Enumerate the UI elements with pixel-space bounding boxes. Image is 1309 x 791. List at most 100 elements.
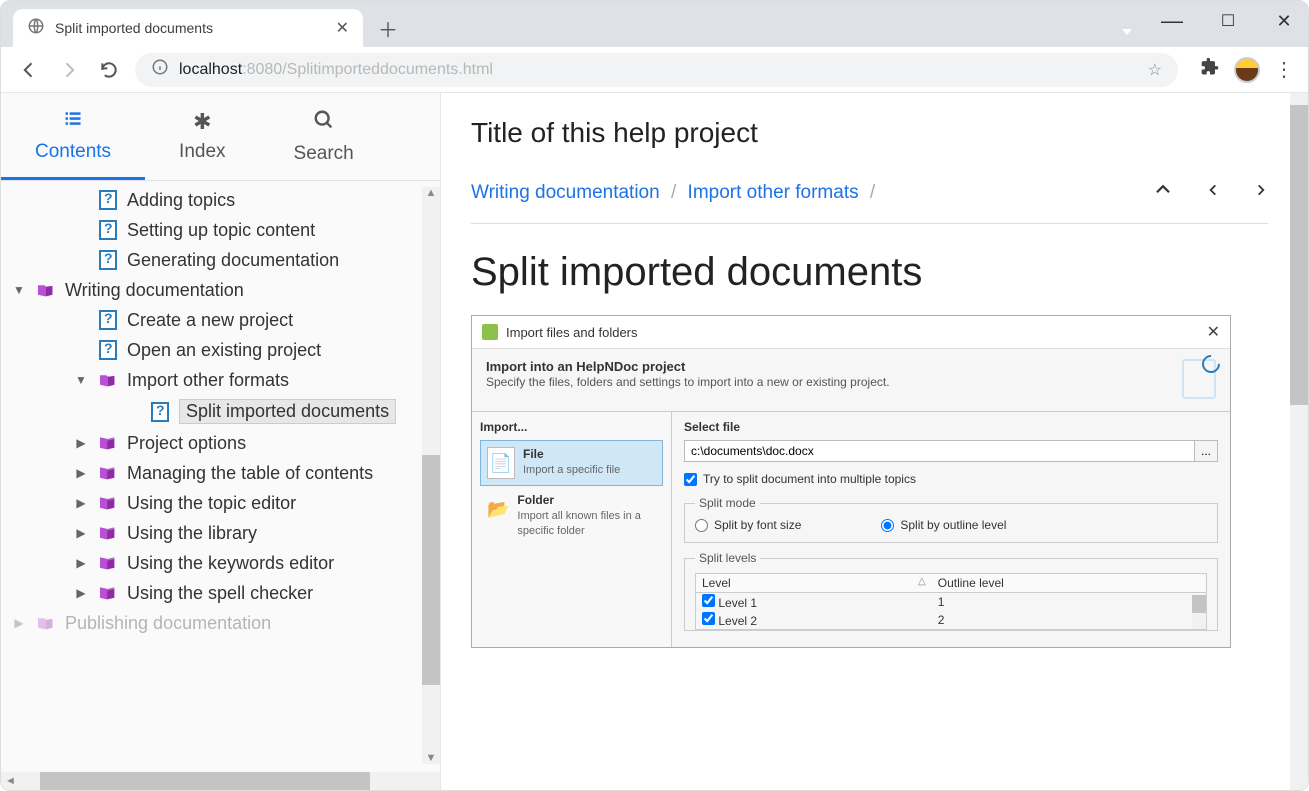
- tab-search[interactable]: Search: [260, 93, 388, 180]
- forward-button[interactable]: [55, 56, 83, 84]
- dialog-close-icon[interactable]: ✕: [1207, 322, 1220, 342]
- nav-prev-icon[interactable]: [1206, 181, 1220, 205]
- tree-item[interactable]: Generating documentation: [1, 245, 440, 275]
- tree-item[interactable]: Setting up topic content: [1, 215, 440, 245]
- file-path-input[interactable]: [684, 440, 1195, 462]
- tree-vertical-scrollbar[interactable]: ▲▼: [422, 187, 440, 764]
- tree-item[interactable]: ▶ Using the topic editor: [1, 488, 440, 518]
- url-path: :8080/Splitimporteddocuments.html: [242, 61, 493, 78]
- tree-item-label: Using the spell checker: [127, 583, 313, 604]
- tree-item[interactable]: ▶Project options: [1, 428, 440, 458]
- split-mode-legend: Split mode: [695, 496, 760, 510]
- tree-item[interactable]: ▶ Using the keywords editor: [1, 548, 440, 578]
- breadcrumbs: Writing documentation / Import other for…: [471, 182, 881, 204]
- tree-horizontal-scrollbar[interactable]: ◄: [1, 772, 440, 790]
- main-vertical-scrollbar[interactable]: [1290, 93, 1308, 790]
- tab-strip: Split imported documents ✕ ＋ — ☐ ✕: [1, 1, 1308, 47]
- back-button[interactable]: [15, 56, 43, 84]
- import-section-label: Import...: [480, 420, 663, 434]
- expand-icon[interactable]: ▼: [73, 373, 89, 387]
- tree-item[interactable]: ▶ Using the library: [1, 518, 440, 548]
- tree-item[interactable]: Adding topics: [1, 185, 440, 215]
- help-page-icon: [97, 219, 119, 241]
- tree-item[interactable]: Split imported documents: [1, 395, 440, 428]
- tree-item-label: Generating documentation: [127, 250, 339, 271]
- tree-item[interactable]: ▶Publishing documentation: [1, 608, 440, 638]
- close-tab-icon[interactable]: ✕: [336, 18, 349, 38]
- main-content: Title of this help project Writing docum…: [441, 93, 1308, 790]
- tree-item-label: Import other formats: [127, 370, 289, 391]
- breadcrumb-link[interactable]: Import other formats: [688, 182, 859, 203]
- book-open-icon: [97, 369, 119, 391]
- tab-title: Split imported documents: [55, 20, 213, 36]
- breadcrumb-link[interactable]: Writing documentation: [471, 182, 660, 203]
- tree-item-label: Using the keywords editor: [127, 553, 334, 574]
- tree-item-label: Writing documentation: [65, 280, 244, 301]
- book-open-icon: [35, 279, 57, 301]
- minimize-icon[interactable]: —: [1154, 8, 1190, 34]
- import-option-file[interactable]: 📄 FileImport a specific file: [480, 440, 663, 486]
- expand-icon[interactable]: ▶: [73, 466, 89, 480]
- tree-item-label: Using the topic editor: [127, 493, 296, 514]
- close-window-icon[interactable]: ✕: [1266, 11, 1302, 32]
- import-option-folder[interactable]: 📂 FolderImport all known files in a spec…: [480, 486, 663, 544]
- help-page-icon: [97, 189, 119, 211]
- tree-item[interactable]: Open an existing project: [1, 335, 440, 365]
- radio-split-font[interactable]: Split by font size: [695, 518, 801, 532]
- maximize-icon[interactable]: ☐: [1210, 11, 1246, 31]
- book-closed-icon: [97, 582, 119, 604]
- tree-item[interactable]: ▶ Managing the table of contents: [1, 458, 440, 488]
- new-tab-button[interactable]: ＋: [373, 13, 403, 43]
- levels-scrollbar[interactable]: [1192, 595, 1206, 629]
- tree-item[interactable]: Create a new project: [1, 305, 440, 335]
- tab-contents[interactable]: Contents: [1, 93, 145, 180]
- bookmark-star-icon[interactable]: ☆: [1148, 60, 1162, 80]
- expand-icon[interactable]: ▶: [73, 496, 89, 510]
- expand-icon[interactable]: ▶: [73, 526, 89, 540]
- tab-index-label: Index: [179, 141, 225, 162]
- tree-item-label: Setting up topic content: [127, 220, 315, 241]
- split-levels-legend: Split levels: [695, 551, 760, 565]
- dialog-title: Import files and folders: [506, 325, 638, 340]
- nav-next-icon[interactable]: [1254, 181, 1268, 205]
- tree-item-label: Managing the table of contents: [127, 463, 373, 484]
- app-icon: [482, 324, 498, 340]
- profile-avatar-icon[interactable]: [1234, 57, 1260, 83]
- expand-icon[interactable]: ▼: [11, 283, 27, 297]
- radio-split-outline[interactable]: Split by outline level: [881, 518, 1006, 532]
- nav-up-icon[interactable]: [1154, 181, 1172, 205]
- toc-tree[interactable]: Adding topics Setting up topic content Gen…: [1, 181, 440, 772]
- book-open-icon: [35, 612, 57, 634]
- try-split-checkbox[interactable]: Try to split document into multiple topi…: [684, 472, 1218, 486]
- help-page-icon: [149, 401, 171, 423]
- tree-item-label: Using the library: [127, 523, 257, 544]
- kebab-menu-icon[interactable]: ⋮: [1274, 57, 1294, 82]
- omnibox[interactable]: localhost:8080/Splitimporteddocuments.ht…: [135, 53, 1178, 87]
- split-levels-fieldset: Split levels Level △Outline level Level …: [684, 551, 1218, 631]
- levels-table[interactable]: Level △Outline level Level 11 Level 22: [695, 573, 1207, 630]
- browser-tab[interactable]: Split imported documents ✕: [13, 9, 363, 47]
- import-dialog: Import files and folders ✕ Import into a…: [471, 315, 1231, 648]
- tree-item[interactable]: ▶ Using the spell checker: [1, 578, 440, 608]
- file-icon: 📄: [487, 447, 515, 479]
- split-mode-fieldset: Split mode Split by font size Split by o…: [684, 496, 1218, 543]
- expand-icon[interactable]: ▶: [73, 586, 89, 600]
- dialog-head-desc: Specify the files, folders and settings …: [486, 375, 890, 389]
- project-title: Title of this help project: [471, 93, 1268, 181]
- tree-item-label: Open an existing project: [127, 340, 321, 361]
- reload-button[interactable]: [95, 56, 123, 84]
- dialog-titlebar: Import files and folders ✕: [472, 316, 1230, 349]
- tree-item[interactable]: ▼ Import other formats: [1, 365, 440, 395]
- tree-item-label: Split imported documents: [179, 399, 396, 424]
- expand-icon[interactable]: ▶: [11, 616, 27, 630]
- expand-icon[interactable]: ▶: [73, 556, 89, 570]
- page-heading: Split imported documents: [471, 250, 1268, 295]
- extensions-icon[interactable]: [1200, 57, 1220, 82]
- help-page-icon: [97, 309, 119, 331]
- tab-index[interactable]: ✱ Index: [145, 93, 259, 180]
- globe-icon: [27, 17, 45, 40]
- tree-item[interactable]: ▼ Writing documentation: [1, 275, 440, 305]
- browse-button[interactable]: ...: [1194, 440, 1218, 462]
- help-page-icon: [97, 249, 119, 271]
- expand-icon[interactable]: ▶: [73, 436, 89, 450]
